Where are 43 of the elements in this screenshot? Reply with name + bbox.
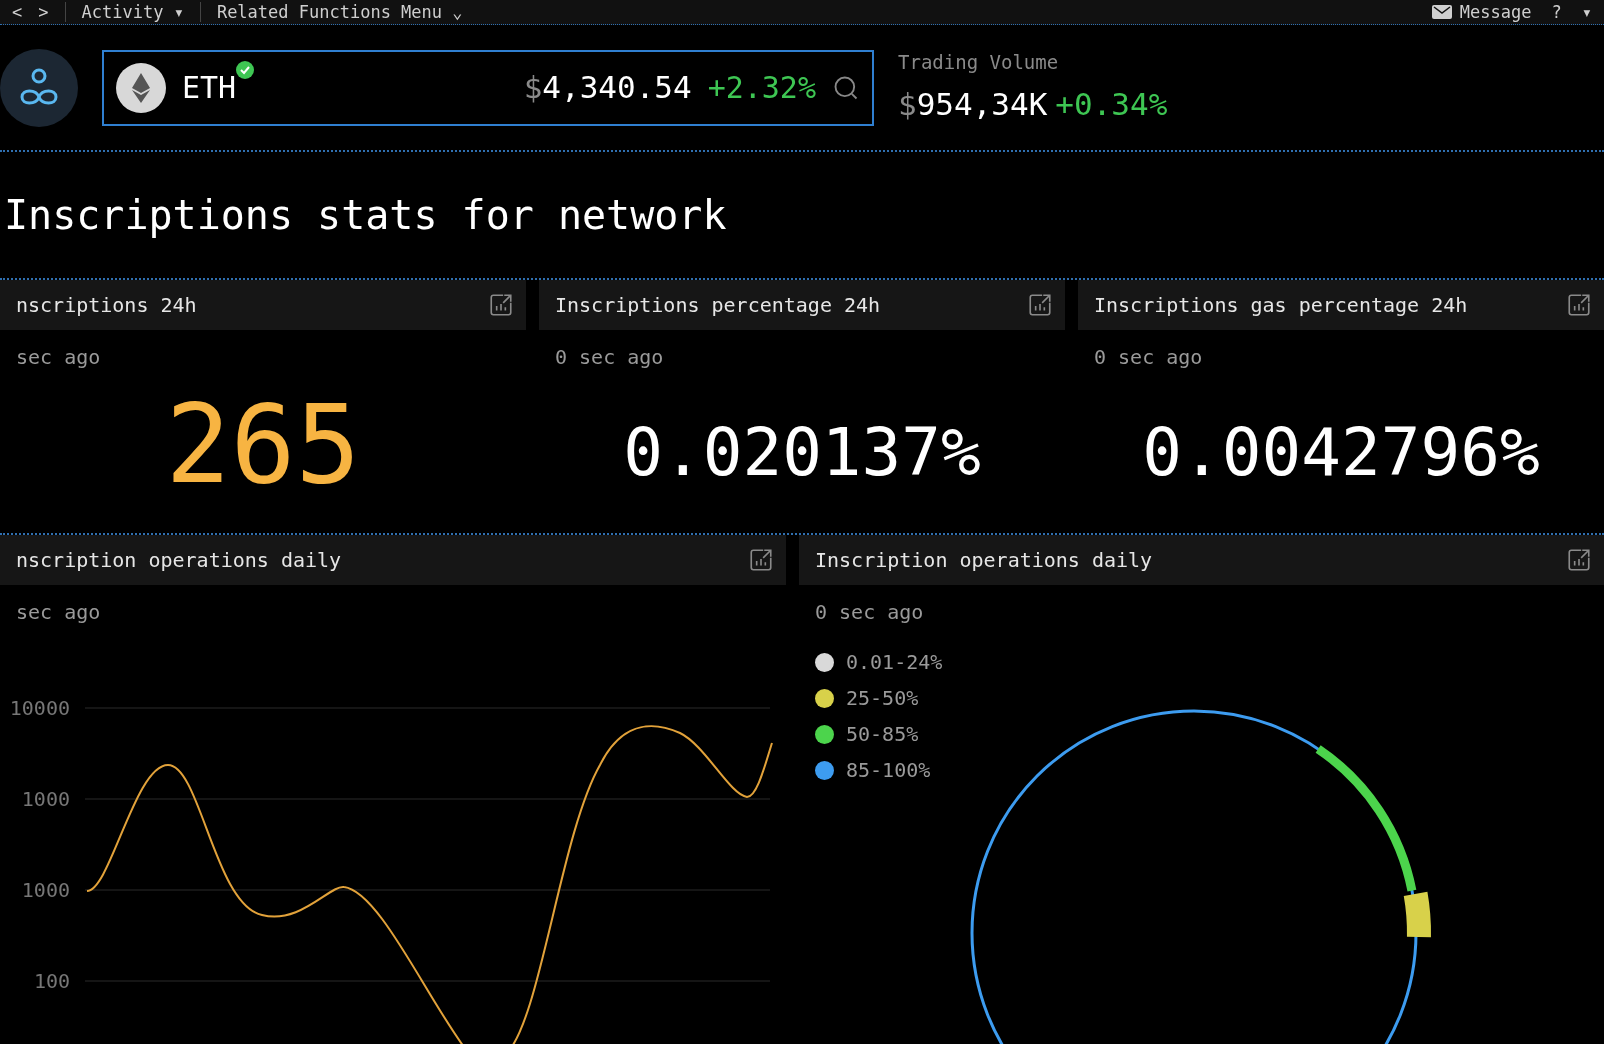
chart-export-icon[interactable] <box>1027 292 1053 318</box>
price-change: +2.32% <box>707 69 816 107</box>
y-axis-label: 10000 <box>9 698 70 718</box>
updated-time: 0 sec ago <box>814 599 925 626</box>
updated-time: 0 sec ago <box>554 344 665 371</box>
updated-time: sec ago <box>15 344 102 371</box>
volume-label: Trading Volume <box>898 50 1060 75</box>
chart-export-icon[interactable] <box>1566 547 1592 573</box>
updated-time: 0 sec ago <box>1093 344 1204 371</box>
legend-label: 50-85% <box>846 721 919 748</box>
stat-value: 0.0042796% <box>1142 419 1540 486</box>
chart-export-icon[interactable] <box>748 547 774 573</box>
token-search-field[interactable]: ETH $4,340.54 +2.32% <box>102 49 874 126</box>
card-title: Inscription operations daily <box>815 547 1153 574</box>
stat-value: 265 <box>165 390 361 499</box>
stat-value: 0.020137% <box>623 419 981 486</box>
nav-arrow[interactable]: < <box>12 3 23 21</box>
card-title: Inscriptions percentage 24h <box>555 292 881 319</box>
volume-change: +0.34% <box>1055 84 1168 124</box>
y-axis-label: 1000 <box>21 789 70 809</box>
card-title: Inscriptions gas percentage 24h <box>1094 292 1468 319</box>
token-price: $4,340.54 <box>523 68 692 108</box>
nav-arrow[interactable]: > <box>38 3 49 21</box>
caret-icon[interactable]: ▾ <box>1581 3 1592 21</box>
updated-time: sec ago <box>15 599 102 626</box>
message-button[interactable]: Message <box>1431 3 1532 21</box>
card-title: nscriptions 24h <box>16 292 197 319</box>
chart-export-icon[interactable] <box>1566 292 1592 318</box>
y-axis-label: 1000 <box>21 880 70 900</box>
mail-icon <box>1431 5 1452 19</box>
help-button[interactable]: ? <box>1551 3 1562 21</box>
menu-dropdown[interactable]: Activity ▾ <box>81 3 184 21</box>
card-title: nscription operations daily <box>16 547 342 574</box>
page-title: Inscriptions stats for network <box>3 191 727 240</box>
volume-value: $954,34K <box>898 84 1048 124</box>
eth-icon <box>116 62 166 113</box>
y-axis-label: 100 <box>33 971 70 991</box>
token-symbol: ETH <box>182 69 237 107</box>
legend-label: 25-50% <box>846 685 919 712</box>
legend-label: 85-100% <box>846 757 931 784</box>
legend-label: 0.01-24% <box>846 649 943 676</box>
menu-dropdown[interactable]: Related Functions Menu ⌄ <box>216 3 463 21</box>
chart-export-icon[interactable] <box>488 292 514 318</box>
